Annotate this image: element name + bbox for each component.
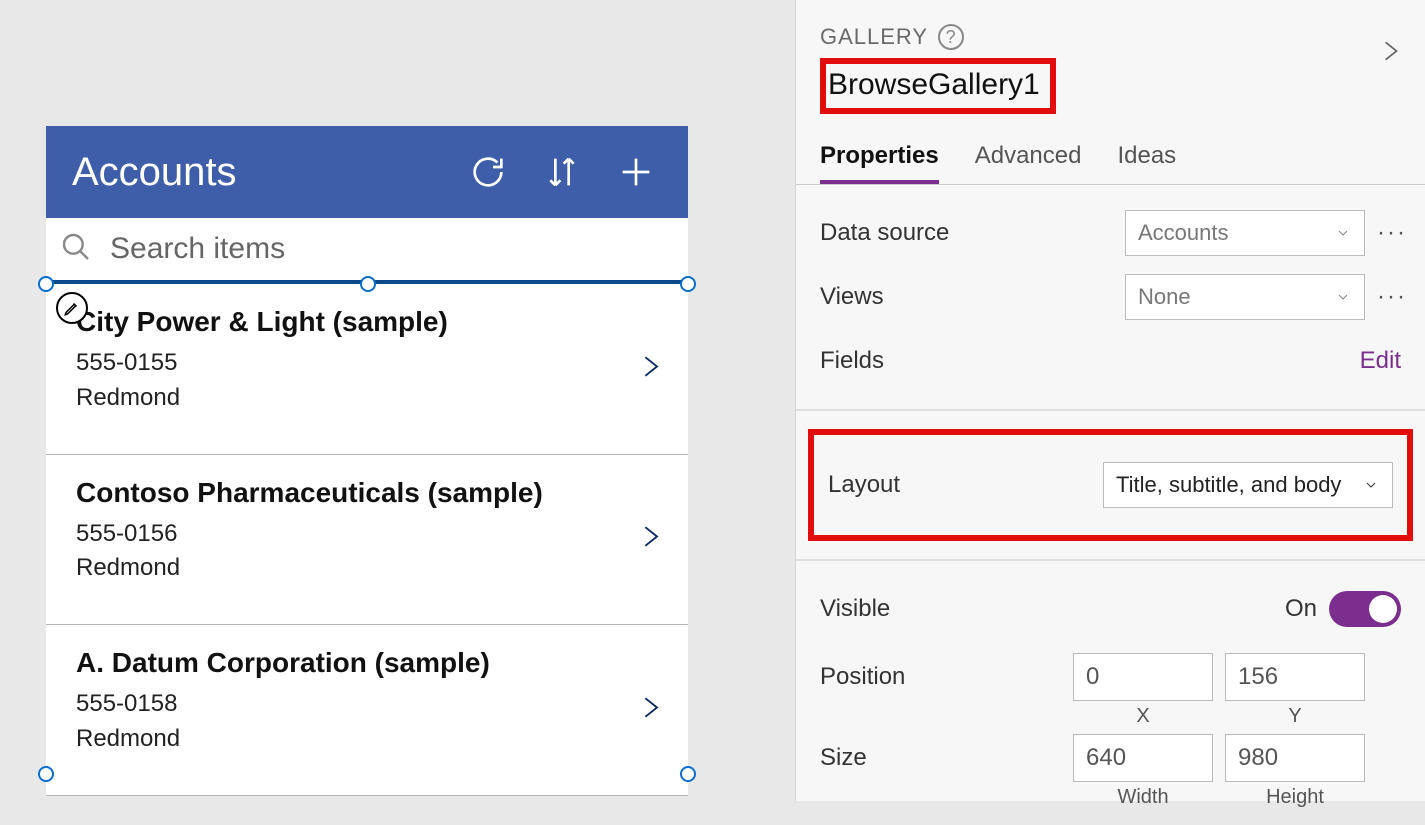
more-views-icon[interactable]: ··· [1377, 283, 1401, 311]
section-data: Data source Accounts ··· Views None ··· … [796, 185, 1425, 411]
app-header-icons [468, 152, 656, 192]
edit-fields-link[interactable]: Edit [1360, 347, 1401, 375]
chevron-down-icon [1362, 479, 1380, 491]
dropdown-views[interactable]: None [1125, 274, 1365, 320]
dropdown-data-source[interactable]: Accounts [1125, 210, 1365, 256]
item-subtitle: 555-0155 [76, 346, 648, 381]
add-icon[interactable] [616, 152, 656, 192]
input-size-height[interactable] [1225, 734, 1365, 782]
section-layout-highlight: Layout Title, subtitle, and body [808, 429, 1413, 541]
gallery[interactable]: City Power & Light (sample) 555-0155 Red… [46, 284, 688, 796]
chevron-down-icon [1334, 227, 1352, 239]
chevron-right-icon[interactable] [636, 345, 664, 392]
control-name[interactable]: BrowseGallery1 [826, 64, 1050, 108]
toggle-visible[interactable] [1329, 591, 1401, 627]
help-icon[interactable]: ? [938, 24, 964, 50]
item-subtitle: 555-0156 [76, 517, 648, 552]
item-subtitle: 555-0158 [76, 687, 648, 722]
panel-tabs: Properties Advanced Ideas [796, 114, 1425, 185]
collapse-panel-icon[interactable] [1377, 30, 1403, 79]
item-title: Contoso Pharmaceuticals (sample) [76, 477, 648, 509]
gallery-item[interactable]: City Power & Light (sample) 555-0155 Red… [46, 284, 688, 455]
search-icon [60, 231, 110, 268]
selection-handle[interactable] [360, 276, 376, 292]
dropdown-layout[interactable]: Title, subtitle, and body [1103, 462, 1393, 508]
section-visible: Visible On Position X Y Size [796, 559, 1425, 825]
search-row[interactable]: Search items [46, 218, 688, 284]
dropdown-value: Accounts [1138, 220, 1229, 246]
app-preview: Accounts [46, 126, 688, 796]
tab-properties[interactable]: Properties [820, 142, 939, 184]
refresh-icon[interactable] [468, 152, 508, 192]
item-title: A. Datum Corporation (sample) [76, 647, 648, 679]
chevron-down-icon [1334, 291, 1352, 303]
chevron-right-icon[interactable] [636, 516, 664, 563]
item-body: Redmond [76, 381, 648, 416]
control-type-label: GALLERY [820, 24, 928, 50]
label-position: Position [820, 653, 1073, 691]
label-views: Views [820, 283, 1125, 311]
app-header: Accounts [46, 126, 688, 218]
label-size: Size [820, 734, 1073, 772]
edit-template-icon[interactable] [56, 292, 88, 324]
item-body: Redmond [76, 722, 648, 757]
item-title: City Power & Light (sample) [76, 306, 648, 338]
selection-handle[interactable] [38, 276, 54, 292]
sort-icon[interactable] [542, 152, 582, 192]
control-name-highlight: BrowseGallery1 [820, 58, 1056, 114]
selection-handle[interactable] [680, 766, 696, 782]
input-position-y[interactable] [1225, 653, 1365, 701]
chevron-right-icon[interactable] [636, 686, 664, 733]
visible-value: On [1285, 595, 1317, 623]
axis-x: X [1136, 705, 1149, 728]
label-data-source: Data source [820, 219, 1125, 247]
more-data-source-icon[interactable]: ··· [1377, 219, 1401, 247]
search-placeholder: Search items [110, 232, 285, 266]
input-position-x[interactable] [1073, 653, 1213, 701]
selection-handle[interactable] [680, 276, 696, 292]
gallery-item[interactable]: Contoso Pharmaceuticals (sample) 555-015… [46, 455, 688, 626]
axis-y: Y [1288, 705, 1301, 728]
axis-height: Height [1266, 786, 1324, 809]
selection-handle[interactable] [38, 766, 54, 782]
properties-panel: GALLERY ? BrowseGallery1 Properties Adva… [795, 0, 1425, 801]
label-visible: Visible [820, 595, 1285, 623]
tab-ideas[interactable]: Ideas [1117, 142, 1176, 184]
input-size-width[interactable] [1073, 734, 1213, 782]
label-fields: Fields [820, 347, 1360, 375]
dropdown-value: None [1138, 284, 1191, 310]
gallery-item[interactable]: A. Datum Corporation (sample) 555-0158 R… [46, 625, 688, 796]
tab-advanced[interactable]: Advanced [975, 142, 1082, 184]
panel-header: GALLERY ? BrowseGallery1 [796, 0, 1425, 114]
label-layout: Layout [828, 471, 1103, 499]
dropdown-value: Title, subtitle, and body [1116, 471, 1341, 499]
app-title: Accounts [72, 150, 468, 195]
axis-width: Width [1117, 786, 1168, 809]
item-body: Redmond [76, 551, 648, 586]
